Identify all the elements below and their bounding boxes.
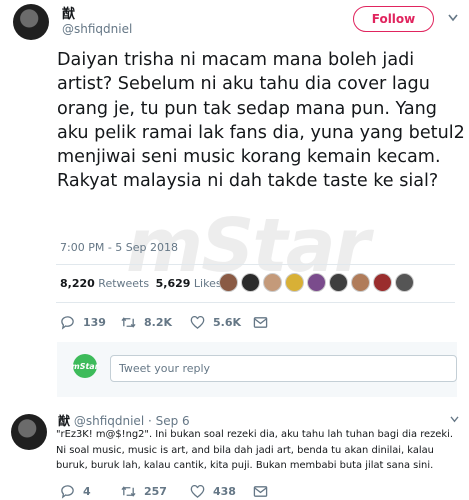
likes-count[interactable]: 5,629 xyxy=(156,277,191,290)
follow-button[interactable]: Follow xyxy=(353,6,434,32)
avatar[interactable] xyxy=(241,273,260,292)
retweet-count: 257 xyxy=(144,485,167,498)
message-action[interactable] xyxy=(253,315,276,330)
divider xyxy=(56,302,455,303)
timestamp[interactable]: 7:00 PM - 5 Sep 2018 xyxy=(60,241,178,254)
display-name[interactable]: 猷 xyxy=(62,3,75,22)
reply-icon xyxy=(61,485,74,499)
retweet-action[interactable]: 8.2K xyxy=(121,315,172,330)
tweet-text: Daiyan trisha ni macam mana boleh jadi a… xyxy=(57,50,465,192)
reply-action[interactable]: 4 xyxy=(60,484,91,499)
retweet-icon xyxy=(121,486,136,497)
retweets-count[interactable]: 8,220 xyxy=(60,277,95,290)
likes-label[interactable]: Likes xyxy=(194,277,222,290)
chevron-down-icon[interactable] xyxy=(450,416,459,423)
chevron-down-icon[interactable] xyxy=(448,14,458,22)
reply-input[interactable]: Tweet your reply xyxy=(110,355,457,382)
avatar[interactable] xyxy=(285,273,304,292)
engagement-stats: 8,220 Retweets 5,629 Likes xyxy=(60,277,225,291)
envelope-icon xyxy=(253,486,268,497)
reply-text: "rEz3K! m@$!ng2". Ini bukan soal rezeki … xyxy=(56,429,453,471)
avatar[interactable] xyxy=(307,273,326,292)
avatar[interactable] xyxy=(263,273,282,292)
divider xyxy=(56,264,455,265)
retweets-label[interactable]: Retweets xyxy=(98,277,149,290)
avatar[interactable] xyxy=(351,273,370,292)
reply-action[interactable]: 139 xyxy=(60,315,106,330)
reply-count: 4 xyxy=(83,485,91,498)
liker-avatars xyxy=(219,273,417,292)
reply-display-name[interactable]: 猷 xyxy=(58,414,70,428)
handle[interactable]: @shfiqdniel xyxy=(62,22,132,36)
reply-handle-date[interactable]: @shfiqdniel · Sep 6 xyxy=(74,414,190,428)
retweet-count: 8.2K xyxy=(144,316,173,329)
like-count: 438 xyxy=(213,485,236,498)
avatar[interactable] xyxy=(11,414,47,450)
envelope-icon xyxy=(253,317,268,328)
reply-icon xyxy=(61,316,74,330)
reply-count: 139 xyxy=(83,316,106,329)
heart-icon xyxy=(190,315,205,329)
retweet-action[interactable]: 257 xyxy=(121,484,167,499)
avatar[interactable] xyxy=(219,273,238,292)
heart-icon xyxy=(190,484,205,498)
user-avatar[interactable]: mStar xyxy=(71,354,99,378)
message-action[interactable] xyxy=(253,484,276,499)
like-action[interactable]: 5.6K xyxy=(190,315,241,330)
retweet-icon xyxy=(121,317,136,328)
avatar[interactable] xyxy=(373,273,392,292)
like-count: 5.6K xyxy=(213,316,242,329)
avatar[interactable] xyxy=(329,273,348,292)
avatar[interactable] xyxy=(395,273,414,292)
like-action[interactable]: 438 xyxy=(190,484,236,499)
avatar[interactable] xyxy=(13,4,49,40)
